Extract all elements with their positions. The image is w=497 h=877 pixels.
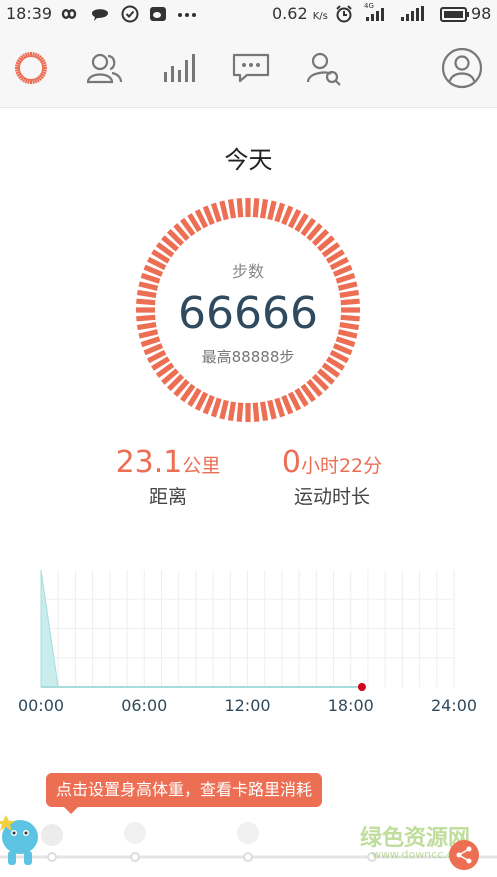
network-type: 4G	[364, 2, 374, 10]
chat-icon	[90, 4, 110, 29]
drink-event-icon[interactable]	[237, 822, 259, 862]
friends-icon[interactable]	[82, 46, 126, 90]
current-time-marker	[357, 683, 366, 691]
status-bar: 18:39 0.62 K/s 4G 98	[0, 0, 497, 28]
activity-chart-svg: 00:00 06:00 12:00 18:00 24:00	[18, 569, 477, 715]
battery-icon	[440, 4, 470, 29]
ring-tick	[202, 205, 215, 226]
ring-tick	[335, 336, 356, 348]
ring-tick	[259, 198, 269, 219]
ring-tick	[252, 402, 260, 422]
setup-tip[interactable]: 点击设置身高体重，查看卡路里消耗	[46, 773, 323, 814]
messages-icon[interactable]	[229, 46, 273, 90]
distance-unit: 公里	[182, 455, 221, 477]
meal-event-icon[interactable]	[124, 822, 146, 862]
steps-label: 步数	[231, 262, 264, 281]
duration-minutes: 22	[338, 455, 364, 477]
day-title: 今天	[224, 146, 273, 174]
check-circle-icon	[120, 4, 140, 29]
share-icon	[456, 846, 472, 864]
alarm-icon	[334, 4, 354, 29]
distance-value: 23.1	[115, 445, 183, 480]
duration-stat: 0小时22分 运动时长	[262, 445, 402, 509]
distance-stat: 23.1公里 距离	[108, 445, 228, 509]
ring-tick	[140, 336, 161, 348]
ring-tick	[236, 402, 244, 422]
more-dots-icon	[176, 4, 198, 29]
duration-hours: 0	[281, 445, 301, 480]
top-nav-bar	[0, 28, 497, 108]
x-tick-label: 24:00	[431, 696, 477, 715]
network-speed: 0.62 K/s	[272, 4, 328, 23]
ring-tick	[219, 399, 229, 420]
ring-tick	[227, 198, 237, 219]
ring-tick	[274, 397, 286, 418]
battery-level: 98	[471, 4, 492, 23]
distance-caption: 距离	[148, 486, 187, 508]
infinity-icon	[58, 4, 80, 29]
ring-tick	[236, 198, 244, 218]
steps-value: 66666	[178, 288, 318, 339]
wake-event-icon[interactable]	[41, 824, 63, 862]
user-avatar-icon[interactable]	[440, 46, 484, 90]
ring-tick	[259, 401, 269, 422]
weibo-icon	[148, 4, 168, 29]
ring-tick	[219, 200, 229, 221]
duration-minutes-unit: 分	[363, 455, 383, 477]
steps-best: 最高88888步	[201, 348, 295, 366]
duration-caption: 运动时长	[293, 486, 370, 508]
clock: 18:39	[6, 4, 53, 23]
activity-chart[interactable]: 00:00 06:00 12:00 18:00 24:00	[0, 560, 497, 720]
x-tick-label: 18:00	[328, 696, 374, 715]
ring-tick	[281, 394, 294, 415]
ring-tick	[281, 205, 294, 226]
stats-bars-icon[interactable]	[156, 46, 200, 90]
x-tick-label: 00:00	[18, 696, 64, 715]
share-button[interactable]	[449, 840, 479, 870]
find-user-icon[interactable]	[302, 46, 346, 90]
duration-hours-unit: 小时	[300, 455, 339, 477]
ring-tick	[252, 198, 260, 218]
x-tick-label: 12:00	[224, 696, 270, 715]
signal-icon-2	[398, 4, 428, 29]
step-ring[interactable]: 步数 66666 最高88888步	[134, 196, 362, 424]
ring-tick	[210, 202, 222, 223]
ring-tick	[267, 399, 277, 420]
ring-tick	[274, 202, 286, 223]
ring-tick	[227, 401, 237, 422]
ring-tick	[267, 200, 277, 221]
ring-tick	[210, 397, 222, 418]
x-tick-label: 06:00	[121, 696, 167, 715]
ring-tick	[202, 394, 215, 415]
activity-ring-icon[interactable]	[9, 46, 53, 90]
